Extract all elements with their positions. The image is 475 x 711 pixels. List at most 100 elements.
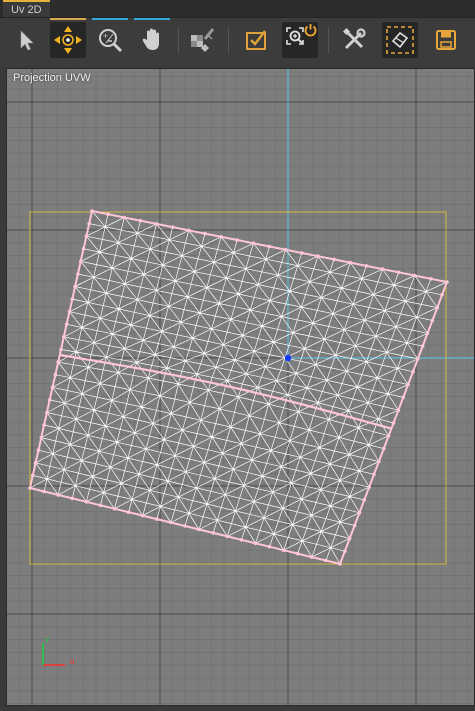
border-vertex[interactable] bbox=[33, 461, 38, 465]
border-vertex[interactable] bbox=[47, 398, 52, 402]
border-vertex[interactable] bbox=[372, 472, 376, 477]
border-vertex[interactable] bbox=[76, 272, 80, 276]
border-vertex[interactable] bbox=[251, 241, 256, 246]
border-vertex[interactable] bbox=[445, 280, 449, 284]
border-vertex[interactable] bbox=[310, 555, 314, 559]
border-vertex[interactable] bbox=[73, 284, 77, 289]
zoom-fit-toggle-button[interactable] bbox=[282, 22, 318, 58]
paint-tool-button[interactable] bbox=[184, 22, 220, 58]
border-vertex[interactable] bbox=[84, 234, 89, 238]
pan-tool-button[interactable] bbox=[134, 18, 170, 58]
zoom-tool-button[interactable]: + bbox=[92, 18, 128, 58]
border-vertex[interactable] bbox=[362, 498, 367, 502]
uv-canvas[interactable] bbox=[7, 69, 475, 706]
check-tool-button[interactable] bbox=[238, 22, 274, 58]
border-vertex[interactable] bbox=[253, 541, 258, 546]
border-vertex[interactable] bbox=[401, 395, 406, 400]
border-vertex[interactable] bbox=[364, 264, 369, 268]
border-vertex[interactable] bbox=[169, 520, 173, 525]
select-tool-button[interactable] bbox=[8, 22, 44, 58]
border-vertex[interactable] bbox=[391, 421, 396, 425]
border-vertex[interactable] bbox=[352, 523, 357, 528]
border-vertex[interactable] bbox=[416, 357, 420, 361]
border-vertex[interactable] bbox=[183, 524, 187, 528]
border-vertex[interactable] bbox=[420, 344, 425, 348]
panel-tab-uv-2d[interactable]: Uv 2D bbox=[3, 0, 50, 17]
border-vertex[interactable] bbox=[170, 225, 175, 229]
border-vertex[interactable] bbox=[56, 360, 60, 364]
border-vertex[interactable] bbox=[235, 238, 239, 242]
border-vertex[interactable] bbox=[396, 270, 401, 275]
border-vertex[interactable] bbox=[380, 267, 385, 271]
move-tool-button[interactable] bbox=[50, 18, 86, 58]
border-vertex[interactable] bbox=[90, 209, 94, 213]
border-vertex[interactable] bbox=[348, 260, 353, 265]
border-vertex[interactable] bbox=[122, 215, 127, 220]
border-vertex[interactable] bbox=[78, 259, 83, 264]
border-vertex[interactable] bbox=[42, 423, 46, 427]
border-vertex[interactable] bbox=[203, 231, 207, 236]
uv-viewport[interactable]: Projection UVW u v bbox=[6, 68, 475, 706]
border-vertex[interactable] bbox=[219, 235, 223, 239]
border-vertex[interactable] bbox=[357, 510, 362, 515]
border-vertex[interactable] bbox=[62, 335, 66, 339]
border-vertex[interactable] bbox=[406, 382, 410, 387]
border-vertex[interactable] bbox=[347, 536, 352, 541]
border-vertex[interactable] bbox=[412, 273, 417, 278]
border-vertex[interactable] bbox=[31, 473, 35, 478]
border-vertex[interactable] bbox=[300, 251, 304, 255]
border-vertex[interactable] bbox=[435, 305, 440, 310]
border-vertex[interactable] bbox=[84, 500, 89, 504]
border-vertex[interactable] bbox=[106, 212, 110, 216]
border-vertex[interactable] bbox=[283, 247, 288, 252]
border-vertex[interactable] bbox=[430, 318, 435, 323]
border-vertex[interactable] bbox=[155, 517, 159, 521]
border-vertex[interactable] bbox=[225, 534, 230, 539]
border-vertex[interactable] bbox=[28, 486, 32, 490]
border-vertex[interactable] bbox=[138, 218, 143, 223]
border-vertex[interactable] bbox=[53, 372, 58, 377]
pivot-point[interactable] bbox=[284, 354, 292, 362]
border-vertex[interactable] bbox=[140, 513, 145, 518]
border-vertex[interactable] bbox=[324, 558, 328, 563]
border-vertex[interactable] bbox=[239, 538, 244, 542]
border-vertex[interactable] bbox=[316, 254, 320, 258]
border-vertex[interactable] bbox=[187, 228, 191, 233]
border-vertex[interactable] bbox=[382, 446, 386, 451]
border-vertex[interactable] bbox=[332, 257, 336, 262]
border-vertex[interactable] bbox=[411, 369, 415, 374]
border-vertex[interactable] bbox=[59, 347, 63, 352]
border-vertex[interactable] bbox=[56, 493, 60, 497]
save-button[interactable] bbox=[428, 22, 464, 58]
frame-selection-button[interactable] bbox=[382, 22, 418, 58]
border-vertex[interactable] bbox=[440, 293, 444, 297]
border-vertex[interactable] bbox=[81, 247, 86, 251]
border-vertex[interactable] bbox=[367, 485, 372, 489]
border-vertex[interactable] bbox=[42, 489, 46, 494]
border-vertex[interactable] bbox=[429, 277, 433, 281]
border-vertex[interactable] bbox=[425, 331, 430, 336]
border-vertex[interactable] bbox=[70, 496, 75, 501]
border-vertex[interactable] bbox=[67, 309, 72, 314]
border-vertex[interactable] bbox=[50, 385, 55, 390]
border-vertex[interactable] bbox=[126, 510, 131, 514]
border-vertex[interactable] bbox=[45, 410, 49, 415]
settings-button[interactable] bbox=[336, 22, 372, 58]
border-vertex[interactable] bbox=[338, 562, 342, 566]
border-vertex[interactable] bbox=[154, 222, 159, 226]
border-vertex[interactable] bbox=[281, 548, 286, 552]
border-vertex[interactable] bbox=[98, 503, 103, 508]
border-vertex[interactable] bbox=[267, 244, 272, 249]
border-vertex[interactable] bbox=[386, 434, 391, 438]
border-vertex[interactable] bbox=[377, 459, 381, 464]
border-vertex[interactable] bbox=[87, 221, 91, 226]
border-vertex[interactable] bbox=[267, 544, 272, 549]
border-vertex[interactable] bbox=[211, 531, 215, 535]
border-vertex[interactable] bbox=[197, 527, 201, 532]
border-vertex[interactable] bbox=[396, 408, 401, 413]
border-vertex[interactable] bbox=[70, 297, 75, 301]
border-vertex[interactable] bbox=[36, 448, 41, 453]
border-vertex[interactable] bbox=[112, 506, 117, 511]
border-vertex[interactable] bbox=[39, 435, 44, 440]
border-vertex[interactable] bbox=[64, 322, 69, 327]
